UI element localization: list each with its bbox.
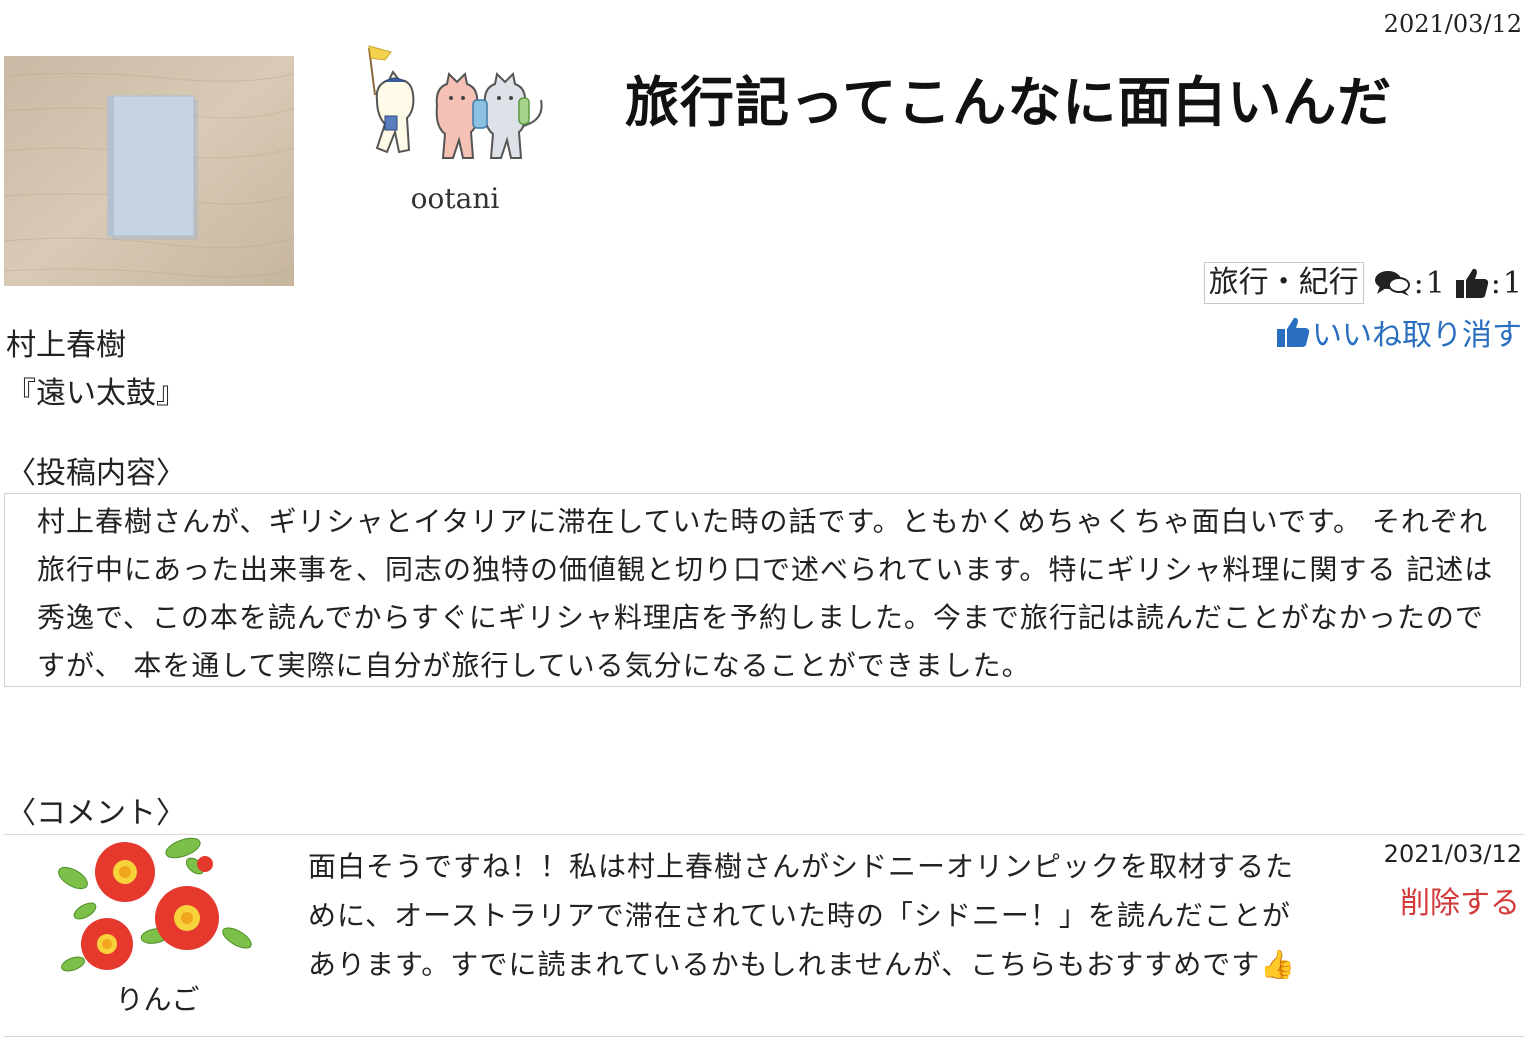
post-date: 2021/03/12 (1383, 10, 1522, 38)
category-tag[interactable]: 旅行・紀行 (1203, 262, 1364, 304)
post-meta: 旅行・紀行 : 1 : 1 (1203, 262, 1522, 304)
comments-icon (1374, 271, 1410, 296)
unlike-label[interactable]: いいね取り消す (1312, 310, 1522, 354)
post-title: 旅行記ってこんなに面白いんだ (625, 70, 1393, 134)
book-author: 村上春樹 (6, 328, 126, 363)
post-content-heading: 〈投稿内容〉 (6, 456, 186, 491)
divider (4, 1036, 1524, 1037)
user-name[interactable]: ootani (355, 182, 555, 215)
comment-count-value: 1 (1425, 265, 1445, 301)
book-title: 『遠い太鼓』 (6, 376, 186, 411)
thumbs-up-icon (1277, 317, 1310, 347)
post-content-box: 村上春樹さんが、ギリシャとイタリアに滞在していた時の話です。ともかくめちゃくちゃ… (4, 493, 1521, 687)
cats-with-flag-icon[interactable] (355, 40, 555, 170)
comment-text: 面白そうですね！！私は村上春樹さんがシドニーオリンピックを取材するために、オース… (308, 842, 1298, 989)
like-count-value: 1 (1502, 265, 1522, 301)
comment-count: : 1 (1374, 266, 1445, 301)
divider (4, 834, 1524, 835)
post-content: 村上春樹さんが、ギリシャとイタリアに滞在していた時の話です。ともかくめちゃくちゃ… (37, 505, 1494, 682)
commenter-name[interactable]: りんご (55, 978, 260, 1018)
comment-body: 面白そうですね！！私は村上春樹さんがシドニーオリンピックを取材するために、オース… (308, 850, 1295, 981)
thumbs-up-emoji-icon: 👍 (1260, 948, 1297, 981)
comment-date: 2021/03/12 (1383, 840, 1522, 868)
delete-comment-button[interactable]: 削除する (1400, 878, 1520, 922)
like-count: : 1 (1455, 266, 1522, 301)
unlike-button[interactable]: いいね取り消す (1276, 310, 1522, 354)
book-image (4, 56, 294, 286)
thumbs-up-icon (1455, 268, 1488, 298)
comments-heading: 〈コメント〉 (6, 796, 186, 831)
camellia-flowers-icon[interactable] (55, 836, 260, 976)
